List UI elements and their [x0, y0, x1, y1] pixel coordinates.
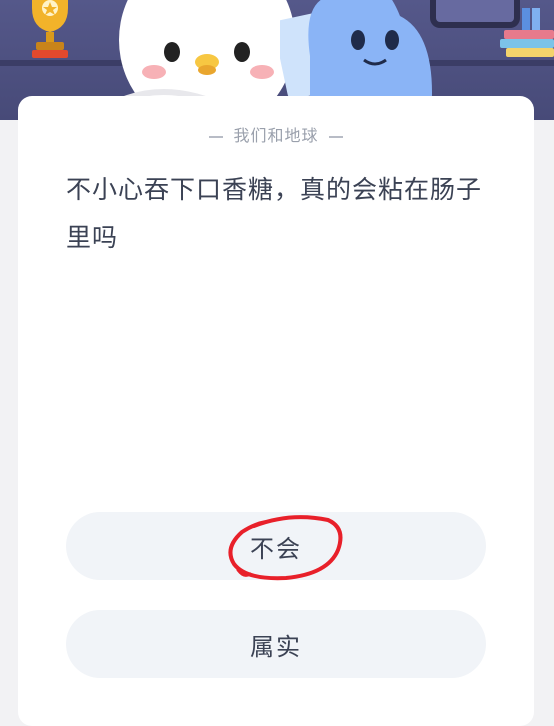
trophy-icon [32, 0, 68, 58]
option-button-2[interactable]: 属实 [66, 610, 486, 678]
question-text: 不小心吞下口香糖，真的会粘在肠子里吗 [66, 175, 483, 252]
dash-right [328, 135, 343, 138]
books-icon [500, 8, 554, 57]
category-label: 我们和地球 [18, 122, 534, 146]
question-card: 我们和地球 不小心吞下口香糖，真的会粘在肠子里吗 不会 属实 [18, 96, 534, 726]
dash-left [209, 135, 224, 138]
option-button-1[interactable]: 不会 [66, 512, 486, 580]
category-text: 我们和地球 [233, 126, 319, 145]
option-label-1: 不会 [250, 534, 302, 563]
option-label-2: 属实 [250, 632, 302, 661]
